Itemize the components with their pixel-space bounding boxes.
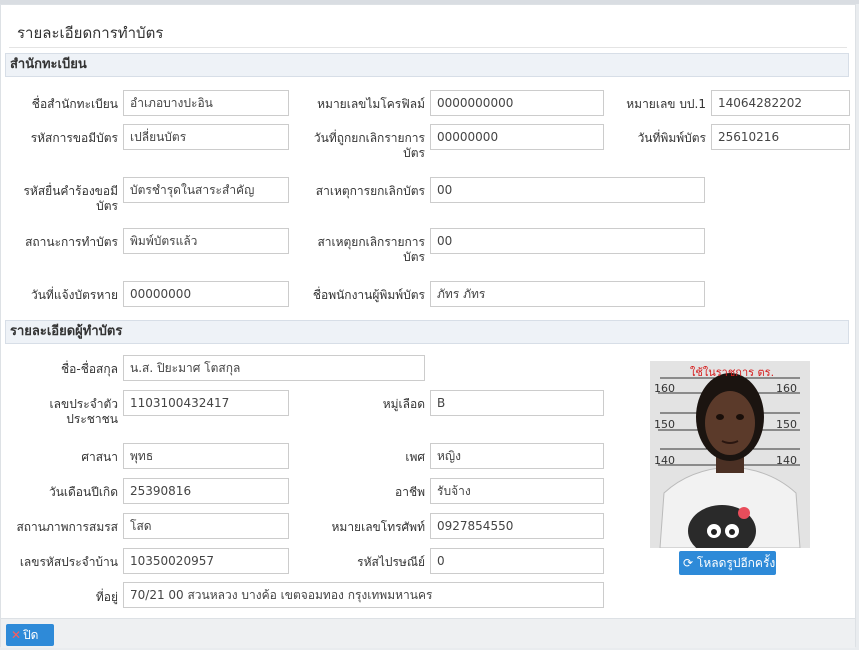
request-code-field[interactable]: เปลี่ยนบัตร xyxy=(123,124,289,150)
reload-photo-button[interactable]: ⟳ โหลดรูปอีกครั้ง xyxy=(679,551,776,575)
house-code-label: เลขรหัสประจำบ้าน xyxy=(19,555,118,569)
cancel-card-reason-field[interactable]: 00 xyxy=(430,177,705,203)
request-reason-field[interactable]: บัตรชำรุดในสาระสำคัญ xyxy=(123,177,289,203)
close-icon: ✕ xyxy=(11,628,22,642)
marital-status-field[interactable]: โสด xyxy=(123,513,289,539)
printer-name-field[interactable]: ภัทร ภัทร xyxy=(430,281,705,307)
postal-code-label: รหัสไปรษณีย์ xyxy=(357,555,425,569)
postal-code-field[interactable]: 0 xyxy=(430,548,604,574)
house-code-field[interactable]: 10350020957 xyxy=(123,548,289,574)
address-label: ที่อยู่ xyxy=(95,590,118,604)
cancel-card-reason-label: สาเหตุการยกเลิกบัตร xyxy=(315,184,425,198)
status-field[interactable]: พิมพ์บัตรแล้ว xyxy=(123,228,289,254)
religion-field[interactable]: พุทธ xyxy=(123,443,289,469)
blood-group-label: หมู่เลือด xyxy=(382,397,425,411)
close-button[interactable]: ✕ ปิด xyxy=(6,624,54,646)
lost-date-field[interactable]: 00000000 xyxy=(123,281,289,307)
photo-caption: ใช้ในราชการ ตร. xyxy=(690,366,774,379)
refresh-icon: ⟳ xyxy=(683,556,694,570)
cancel-list-date-label: วันที่ถูกยกเลิกรายการบัตร xyxy=(313,131,425,160)
printer-name-label: ชื่อพนักงานผู้พิมพ์บัตร xyxy=(312,288,425,302)
section-header-holder: รายละเอียดผู้ทำบัตร xyxy=(5,320,849,344)
lost-date-label: วันที่แจ้งบัตรหาย xyxy=(30,288,118,302)
ruler-mark: 140 xyxy=(654,454,675,467)
holder-name-label: ชื่อ-ชื่อสกุล xyxy=(61,362,118,376)
footer-bar: ✕ ปิด xyxy=(1,618,855,648)
ruler-mark: 140 xyxy=(776,454,797,467)
office-name-label: ชื่อสำนักทะเบียน xyxy=(31,97,118,111)
section-header-registry: สำนักทะเบียน xyxy=(5,53,849,77)
sex-field[interactable]: หญิง xyxy=(430,443,604,469)
citizen-id-field[interactable]: 1103100432417 xyxy=(123,390,289,416)
birth-date-field[interactable]: 25390816 xyxy=(123,478,289,504)
reload-photo-label: โหลดรูปอีกครั้ง xyxy=(696,556,776,570)
holder-name-field[interactable]: น.ส. ปิยะมาศ โตสกุล xyxy=(123,355,425,381)
address-field[interactable]: 70/21 00 สวนหลวง บางค้อ เขตจอมทอง กรุงเท… xyxy=(123,582,604,608)
microfilm-field[interactable]: 0000000000 xyxy=(430,90,604,116)
ruler-mark: 150 xyxy=(654,418,675,431)
bp1-field[interactable]: 14064282202 xyxy=(711,90,850,116)
ruler-mark: 160 xyxy=(776,382,797,395)
ruler-mark: 160 xyxy=(654,382,675,395)
marital-status-label: สถานภาพการสมรส xyxy=(16,520,118,534)
citizen-id-label: เลขประจำตัวประชาชน xyxy=(49,397,118,426)
phone-label: หมายเลขโทรศัพท์ xyxy=(331,520,426,534)
holder-photo: 160 160 150 150 140 140 ใช้ในราชการ ตร. xyxy=(650,361,810,548)
blood-group-field[interactable]: B xyxy=(430,390,604,416)
photo-image: 160 160 150 150 140 140 ใช้ในราชการ ตร. xyxy=(650,361,810,548)
print-date-label: วันที่พิมพ์บัตร xyxy=(637,131,706,145)
birth-date-label: วันเดือนปีเกิด xyxy=(48,485,118,499)
title-divider xyxy=(9,47,847,48)
request-reason-label: รหัสยื่นคำร้องขอมีบัตร xyxy=(23,184,118,213)
office-name-field[interactable]: อำเภอบางปะอิน xyxy=(123,90,289,116)
page-title: รายละเอียดการทำบัตร xyxy=(17,24,164,42)
cancel-list-reason-label: สาเหตุยกเลิกรายการบัตร xyxy=(317,235,425,264)
status-label: สถานะการทำบัตร xyxy=(25,235,118,249)
request-code-label: รหัสการขอมีบัตร xyxy=(30,131,118,145)
ruler-mark: 150 xyxy=(776,418,797,431)
occupation-label: อาชีพ xyxy=(395,485,425,499)
print-date-field[interactable]: 25610216 xyxy=(711,124,850,150)
card-detail-panel: รายละเอียดการทำบัตร สำนักทะเบียน ชื่อสำน… xyxy=(0,4,856,648)
religion-label: ศาสนา xyxy=(81,450,118,464)
phone-field[interactable]: 0927854550 xyxy=(430,513,604,539)
sex-label: เพศ xyxy=(405,450,425,464)
close-label: ปิด xyxy=(23,628,39,642)
microfilm-label: หมายเลขไมโครฟิลม์ xyxy=(317,97,425,111)
occupation-field[interactable]: รับจ้าง xyxy=(430,478,604,504)
cancel-list-date-field[interactable]: 00000000 xyxy=(430,124,604,150)
bp1-label: หมายเลข บป.1 xyxy=(626,97,706,111)
cancel-list-reason-field[interactable]: 00 xyxy=(430,228,705,254)
